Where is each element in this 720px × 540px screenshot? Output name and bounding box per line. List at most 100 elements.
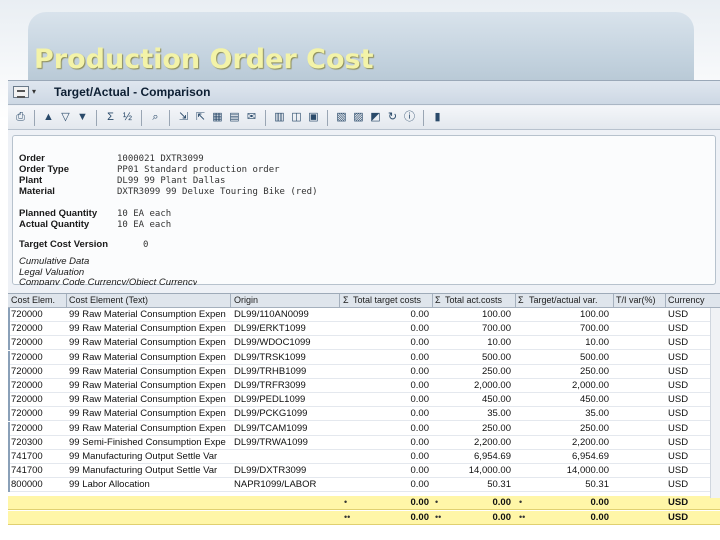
cell-cur: USD (668, 408, 689, 420)
total-level-marker: • (344, 496, 348, 507)
cell-var: 700.00 (579, 323, 609, 335)
column-header-cost-elem[interactable]: Cost Elem. (11, 295, 67, 305)
subtotal-icon[interactable]: ½ (120, 110, 135, 125)
order-header-panel: Order 1000021 DXTR3099 Order Type PP01 Sta… (12, 135, 716, 285)
change-layout-icon[interactable]: ◫ (289, 110, 304, 125)
cell-var: 14,000.00 (566, 465, 609, 477)
total-level-marker: •• (519, 511, 526, 522)
total-level-marker: •• (344, 511, 351, 522)
column-header-target-actual-var[interactable]: Target/actual var. (529, 295, 613, 305)
help-icon[interactable]: ▮ (430, 110, 445, 125)
export-icon[interactable]: ⇲ (176, 110, 191, 125)
refresh-icon[interactable]: ↻ (385, 110, 400, 125)
table-row[interactable]: 720300 99 Semi-Finished Consumption Expe D… (8, 435, 720, 450)
total-cell-target: 0.00 (410, 496, 430, 508)
cell-actual: 450.00 (481, 394, 511, 406)
save-layout-icon[interactable]: ▣ (306, 110, 321, 125)
cell-var: 35.00 (585, 408, 609, 420)
sum-icon[interactable]: Σ (103, 110, 118, 125)
cell-actual: 2,000.00 (474, 380, 511, 391)
column-header-currency[interactable]: Currency (668, 295, 714, 305)
cell-target: 0.00 (410, 479, 430, 491)
sum-marker-variance: Σ (518, 295, 524, 305)
row-selector[interactable] (8, 450, 10, 464)
column-header-origin[interactable]: Origin (234, 295, 334, 305)
local-file-icon[interactable]: ⇱ (193, 110, 208, 125)
row-selector[interactable] (8, 435, 10, 450)
header-field-order-type: Order Type PP01 Standard production order (19, 164, 280, 175)
table-row[interactable]: 720000 99 Raw Material Consumption Expen D… (8, 421, 720, 436)
menu-dropdown-icon[interactable]: ▾ (32, 87, 36, 96)
table-row[interactable]: 720000 99 Raw Material Consumption Expen D… (8, 407, 720, 422)
table-row[interactable]: 720000 99 Raw Material Consumption Expen D… (8, 336, 720, 351)
table-row[interactable]: 800000 99 Labor Allocation NAPR1099/LABOR 0… (8, 478, 720, 493)
table-row[interactable]: 741700 99 Manufacturing Output Settle Var… (8, 464, 720, 479)
table-row[interactable]: 720000 99 Raw Material Consumption Expen D… (8, 350, 720, 365)
cell-actual: 700.00 (481, 323, 511, 335)
total-level-marker: • (519, 496, 523, 507)
column-header-cost-element-text[interactable]: Cost Element (Text) (69, 295, 229, 305)
cell-origin: DL99/PCKG1099 (234, 408, 308, 420)
row-selector[interactable] (8, 407, 10, 422)
cell-elem: 720000 (11, 422, 43, 434)
table-row[interactable]: 720000 99 Raw Material Consumption Expen D… (8, 393, 720, 408)
row-selector[interactable] (8, 421, 10, 436)
header-field-target-cost-version: Target Cost Version 0 (19, 239, 149, 250)
row-selector[interactable] (8, 393, 10, 408)
cell-origin: DL99/TCAM1099 (234, 422, 308, 434)
cell-text: 99 Raw Material Consumption Expen (69, 323, 226, 335)
mail-icon[interactable]: ✉ (244, 110, 259, 125)
total-cell-var: 0.00 (590, 496, 610, 508)
cell-target: 0.00 (410, 337, 430, 349)
info-icon[interactable]: ⓘ (402, 110, 417, 125)
cell-target: 0.00 (410, 451, 430, 462)
header-note-valuation: Legal Valuation (19, 267, 85, 278)
cell-var: 500.00 (579, 351, 609, 363)
graphic-icon[interactable]: ▧ (334, 110, 349, 125)
detail-icon[interactable]: ▨ (351, 110, 366, 125)
grid-scrollbar[interactable] (710, 308, 720, 498)
cell-target: 0.00 (410, 323, 430, 335)
row-selector[interactable] (8, 322, 10, 337)
filter-set-icon[interactable]: ▼ (75, 110, 90, 125)
system-menu-icon[interactable] (13, 86, 29, 98)
cell-target: 0.00 (410, 436, 430, 448)
row-selector[interactable] (8, 478, 10, 493)
cell-origin: DL99/ERKT1099 (234, 323, 306, 335)
spreadsheet-icon[interactable]: ▦ (210, 110, 225, 125)
cell-target: 0.00 (410, 351, 430, 363)
cell-var: 6,954.69 (572, 451, 609, 462)
print-icon[interactable]: ⎙ (13, 110, 28, 125)
column-header-total-act-costs[interactable]: Total act.costs (445, 295, 515, 305)
row-selector[interactable] (8, 464, 10, 479)
row-selector[interactable] (8, 336, 10, 351)
cell-elem: 720000 (11, 337, 43, 349)
total-row[interactable]: • • • 0.00 0.00 0.00 USD (8, 495, 720, 510)
columns-icon[interactable]: ◩ (368, 110, 383, 125)
sort-ascending-icon[interactable]: ▲ (41, 110, 56, 125)
cell-var: 2,000.00 (572, 380, 609, 391)
word-icon[interactable]: ▤ (227, 110, 242, 125)
filter-icon[interactable]: ▽ (58, 110, 73, 125)
layout-icon[interactable]: ▥ (272, 110, 287, 125)
slide-title: Production Order Cost (34, 44, 374, 75)
cell-text: 99 Labor Allocation (69, 479, 150, 491)
find-icon[interactable]: ⌕ (148, 110, 163, 125)
total-row[interactable]: •• •• •• 0.00 0.00 0.00 USD (8, 510, 720, 525)
cell-text: 99 Manufacturing Output Settle Var (69, 465, 218, 477)
column-header-total-target-costs[interactable]: Total target costs (353, 295, 433, 305)
total-cell-cur: USD (668, 511, 689, 523)
row-selector[interactable] (8, 308, 10, 322)
table-row[interactable]: 720000 99 Raw Material Consumption Expen D… (8, 308, 720, 322)
table-row[interactable]: 720000 99 Raw Material Consumption Expen D… (8, 364, 720, 379)
column-header-variance-percent[interactable]: T/I var(%) (616, 295, 666, 305)
table-row[interactable]: 720000 99 Raw Material Consumption Expen D… (8, 322, 720, 337)
row-selector[interactable] (8, 364, 10, 379)
header-field-actual-quantity: Actual Quantity 10 EA each (19, 219, 172, 230)
table-row[interactable]: 720000 99 Raw Material Consumption Expen D… (8, 379, 720, 393)
table-row[interactable]: 741700 99 Manufacturing Output Settle Var… (8, 450, 720, 464)
row-selector[interactable] (8, 350, 10, 365)
row-selector[interactable] (8, 379, 10, 393)
cell-elem: 720000 (11, 394, 43, 406)
grid-header-row: Cost Elem. Cost Element (Text) Origin Σ … (8, 294, 720, 308)
